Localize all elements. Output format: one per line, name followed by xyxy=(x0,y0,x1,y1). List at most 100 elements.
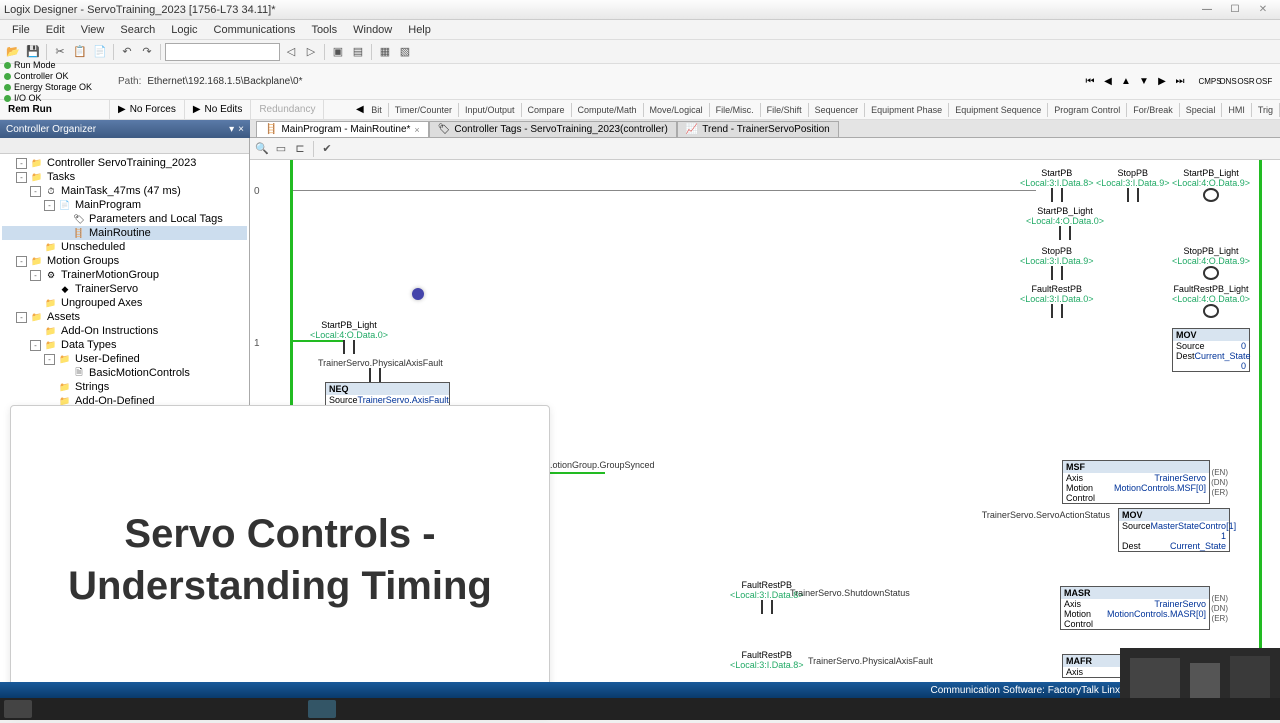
cat-move[interactable]: Move/Logical xyxy=(644,103,710,117)
cat-equipphase[interactable]: Equipment Phase xyxy=(865,103,949,117)
search-prev-icon[interactable]: ◁ xyxy=(282,43,300,61)
mov2-instruction[interactable]: MOV SourceMasterStateContro[1] 1 DestCur… xyxy=(1118,508,1230,552)
nav-last-icon[interactable]: ⏭ xyxy=(1172,74,1188,90)
search-next-icon[interactable]: ▷ xyxy=(302,43,320,61)
tree-node[interactable]: 📁Add-On Instructions xyxy=(2,324,247,338)
tree-node[interactable]: -⏱MainTask_47ms (47 ms) xyxy=(2,184,247,198)
redo-icon[interactable]: ↷ xyxy=(138,43,156,61)
rem-run-cell[interactable]: Rem Run xyxy=(0,100,110,119)
tag-shutdown-status[interactable]: TrainerServo.ShutdownStatus xyxy=(790,588,910,598)
tree-node[interactable]: -📁Tasks xyxy=(2,170,247,184)
tree-toggle-icon[interactable]: - xyxy=(44,200,55,211)
pin-icon[interactable]: ▾ xyxy=(229,124,234,135)
tree-toggle-icon[interactable]: - xyxy=(16,172,27,183)
verify-icon[interactable]: ✔ xyxy=(319,141,335,157)
menu-view[interactable]: View xyxy=(73,22,113,38)
taskbar-app-icon[interactable] xyxy=(4,700,32,718)
close-panel-icon[interactable]: × xyxy=(238,124,244,135)
cat-compare[interactable]: Compare xyxy=(522,103,572,117)
contact-faultrestpb[interactable]: FaultRestPB <Local:3:I.Data.0> xyxy=(1020,284,1094,318)
tag-groupsynced[interactable]: ...otionGroup.GroupSynced xyxy=(545,460,655,470)
tool-icon[interactable]: ▣ xyxy=(329,43,347,61)
tab-close-icon[interactable]: × xyxy=(414,125,419,135)
tree-toggle-icon[interactable]: - xyxy=(30,186,41,197)
contact-startpb[interactable]: StartPB <Local:3:I.Data.8> xyxy=(1020,168,1094,202)
tab-trend[interactable]: 📈 Trend - TrainerServoPosition xyxy=(677,121,839,137)
mov-instruction[interactable]: MOV Source0 DestCurrent_State 0 xyxy=(1172,328,1250,372)
taskbar[interactable] xyxy=(0,698,1280,720)
menu-communications[interactable]: Communications xyxy=(206,22,304,38)
contact-stoppb2[interactable]: StopPB <Local:3:I.Data.9> xyxy=(1020,246,1094,280)
cat-compute[interactable]: Compute/Math xyxy=(572,103,644,117)
cat-filemisc[interactable]: File/Misc. xyxy=(710,103,761,117)
tree-node[interactable]: -📁User-Defined xyxy=(2,352,247,366)
tool-icon[interactable]: ▦ xyxy=(376,43,394,61)
tree-node[interactable]: -📄MainProgram xyxy=(2,198,247,212)
nav-next-icon[interactable]: ▶ xyxy=(1154,74,1170,90)
cat-special[interactable]: Special xyxy=(1180,103,1223,117)
tag-physical-axis-fault[interactable]: TrainerServo.PhysicalAxisFault xyxy=(808,656,933,666)
tree-node[interactable]: 📁Strings xyxy=(2,380,247,394)
tree-node[interactable]: -⚙TrainerMotionGroup xyxy=(2,268,247,282)
tag-servo-action-status[interactable]: TrainerServo.ServoActionStatus xyxy=(982,510,1110,520)
tool-icon[interactable]: ▤ xyxy=(349,43,367,61)
contact-stoppb[interactable]: StopPB <Local:3:I.Data.9> xyxy=(1096,168,1170,202)
forces-cell[interactable]: ▶ No Forces xyxy=(110,100,185,119)
tree-toggle-icon[interactable]: - xyxy=(30,270,41,281)
cat-progctrl[interactable]: Program Control xyxy=(1048,103,1127,117)
msf-instruction[interactable]: MSF AxisTrainerServo Motion ControlMotio… xyxy=(1062,460,1210,504)
cat-equipseq[interactable]: Equipment Sequence xyxy=(949,103,1048,117)
cat-trig[interactable]: Trig xyxy=(1252,103,1280,117)
contact-startpb-light[interactable]: StartPB_Light <Local:4:O.Data.0> xyxy=(310,320,388,354)
rung-tool-icon[interactable]: ▭ xyxy=(273,141,289,157)
zoom-tool-icon[interactable]: 🔍 xyxy=(254,141,270,157)
cat-bit[interactable]: Bit xyxy=(365,103,389,117)
close-button[interactable]: ✕ xyxy=(1250,2,1276,18)
undo-icon[interactable]: ↶ xyxy=(118,43,136,61)
tree-node[interactable]: 🏷Parameters and Local Tags xyxy=(2,212,247,226)
nav-up-icon[interactable]: ▲ xyxy=(1118,74,1134,90)
nav-first-icon[interactable]: ⏮ xyxy=(1082,74,1098,90)
tree-node[interactable]: ◆TrainerServo xyxy=(2,282,247,296)
tree-node[interactable]: 📁Ungrouped Axes xyxy=(2,296,247,310)
contact-physfault[interactable] xyxy=(365,368,385,382)
cat-forbreak[interactable]: For/Break xyxy=(1127,103,1180,117)
tree-node[interactable]: -📁Assets xyxy=(2,310,247,324)
cat-io[interactable]: Input/Output xyxy=(459,103,522,117)
contact-startpb-light-seal[interactable]: StartPB_Light <Local:4:O.Data.0> xyxy=(1020,206,1110,240)
masr-instruction[interactable]: MASR AxisTrainerServo Motion ControlMoti… xyxy=(1060,586,1210,630)
coil-faultrestpb-light[interactable]: FaultRestPB_Light <Local:4:O.Data.0> xyxy=(1172,284,1250,318)
menu-file[interactable]: File xyxy=(4,22,38,38)
nav-prev-icon[interactable]: ◀ xyxy=(1100,74,1116,90)
coil-stoppb-light[interactable]: StopPB_Light <Local:4:O.Data.9> xyxy=(1172,246,1250,280)
coil-startpb-light[interactable]: StartPB_Light <Local:4:O.Data.9> xyxy=(1172,168,1250,202)
tab-controller-tags[interactable]: 🏷 Controller Tags - ServoTraining_2023(c… xyxy=(429,121,677,137)
tree-toggle-icon[interactable]: - xyxy=(16,312,27,323)
menu-help[interactable]: Help xyxy=(400,22,439,38)
search-input[interactable] xyxy=(165,43,280,61)
tool-icon[interactable]: ▧ xyxy=(396,43,414,61)
tag-physical-axis-fault[interactable]: TrainerServo.PhysicalAxisFault xyxy=(318,358,443,368)
cat-fileshift[interactable]: File/Shift xyxy=(761,103,809,117)
tree-toggle-icon[interactable]: - xyxy=(30,340,41,351)
tree-node[interactable]: 🪜MainRoutine xyxy=(2,226,247,240)
contact-faultrestpb[interactable]: FaultRestPB <Local:3:I.Data.8> xyxy=(730,650,804,670)
tree-toggle-icon[interactable]: - xyxy=(44,354,55,365)
tree-toggle-icon[interactable]: - xyxy=(16,158,27,169)
rung-0[interactable]: 0 StartPB <Local:3:I.Data.8> StopPB <Loc… xyxy=(250,168,1280,308)
tree-node[interactable]: -📁Data Types xyxy=(2,338,247,352)
nav-down-icon[interactable]: ▼ xyxy=(1136,74,1152,90)
maximize-button[interactable]: ☐ xyxy=(1222,2,1248,18)
tree-node[interactable]: 🗎BasicMotionControls xyxy=(2,366,247,380)
menu-logic[interactable]: Logic xyxy=(163,22,205,38)
tree-node[interactable]: 📁Unscheduled xyxy=(2,240,247,254)
branch-tool-icon[interactable]: ⊏ xyxy=(292,141,308,157)
menu-tools[interactable]: Tools xyxy=(303,22,345,38)
edit-cursor-icon[interactable] xyxy=(412,288,424,300)
menu-search[interactable]: Search xyxy=(112,22,163,38)
taskbar-app-icon[interactable] xyxy=(308,700,336,718)
minimize-button[interactable]: — xyxy=(1194,2,1220,18)
menu-window[interactable]: Window xyxy=(345,22,400,38)
edits-cell[interactable]: ▶ No Edits xyxy=(185,100,252,119)
tree-toggle-icon[interactable]: - xyxy=(16,256,27,267)
